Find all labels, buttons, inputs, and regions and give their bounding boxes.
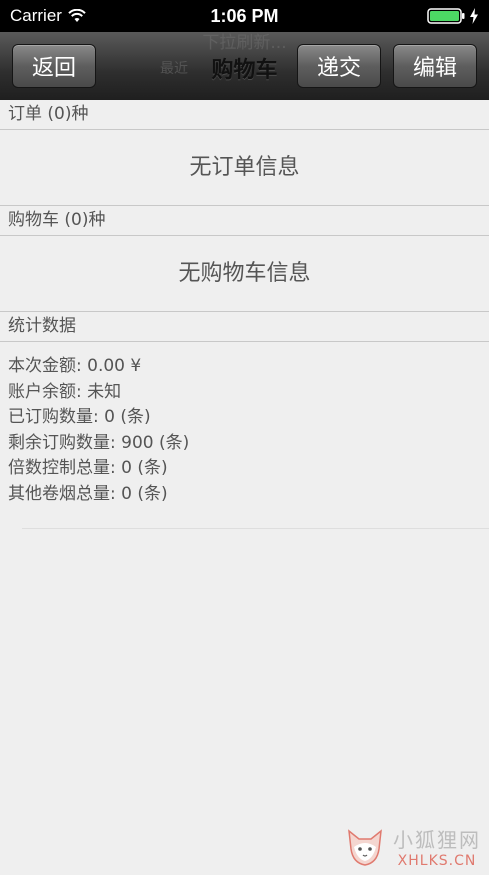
- stats-remaining-quantity: 剩余订购数量: 900 (条): [8, 432, 190, 453]
- status-left: Carrier: [10, 6, 86, 26]
- main-content: 订单 (0)种 无订单信息 购物车 (0)种 无购物车信息 统计数据 本次金额:…: [0, 100, 489, 507]
- watermark-text: 小狐狸网 XHLKS.CN: [393, 824, 481, 869]
- edit-button[interactable]: 编辑: [393, 44, 477, 88]
- status-bar: Carrier 1:06 PM: [0, 0, 489, 32]
- stats-ordered-quantity: 已订购数量: 0 (条): [8, 407, 151, 427]
- navigation-bar: 下拉刷新... 最近 购物车 返回 递交 编辑: [0, 32, 489, 100]
- orders-empty-message: 无订单信息: [0, 130, 489, 206]
- submit-button[interactable]: 递交: [297, 44, 381, 88]
- battery-icon: [427, 8, 465, 24]
- cart-section-header: 购物车 (0)种: [0, 206, 489, 236]
- orders-section-header: 订单 (0)种: [0, 100, 489, 130]
- fox-logo-icon: [348, 828, 382, 866]
- stats-divider: [22, 528, 489, 529]
- charging-bolt-icon: [470, 8, 478, 24]
- cart-empty-message: 无购物车信息: [0, 236, 489, 312]
- stats-current-amount: 本次金额: 0.00 ¥: [8, 356, 142, 376]
- stats-account-balance: 账户余额: 未知: [8, 381, 122, 402]
- status-right: [427, 8, 479, 24]
- watermark: 小狐狸网 XHLKS.CN: [343, 824, 481, 869]
- stats-list: 本次金额: 0.00 ¥ 账户余额: 未知 已订购数量: 0 (条) 剩余订购数…: [0, 342, 489, 507]
- carrier-label: Carrier: [10, 6, 62, 25]
- watermark-cn: 小狐狸网: [393, 828, 481, 852]
- stats-section-header: 统计数据: [0, 312, 489, 342]
- watermark-en: XHLKS.CN: [397, 853, 477, 869]
- back-button[interactable]: 返回: [12, 44, 96, 88]
- stats-other-cigarettes-total: 其他卷烟总量: 0 (条): [8, 483, 168, 504]
- wifi-icon: [68, 9, 86, 22]
- stats-multiplier-total: 倍数控制总量: 0 (条): [8, 458, 168, 478]
